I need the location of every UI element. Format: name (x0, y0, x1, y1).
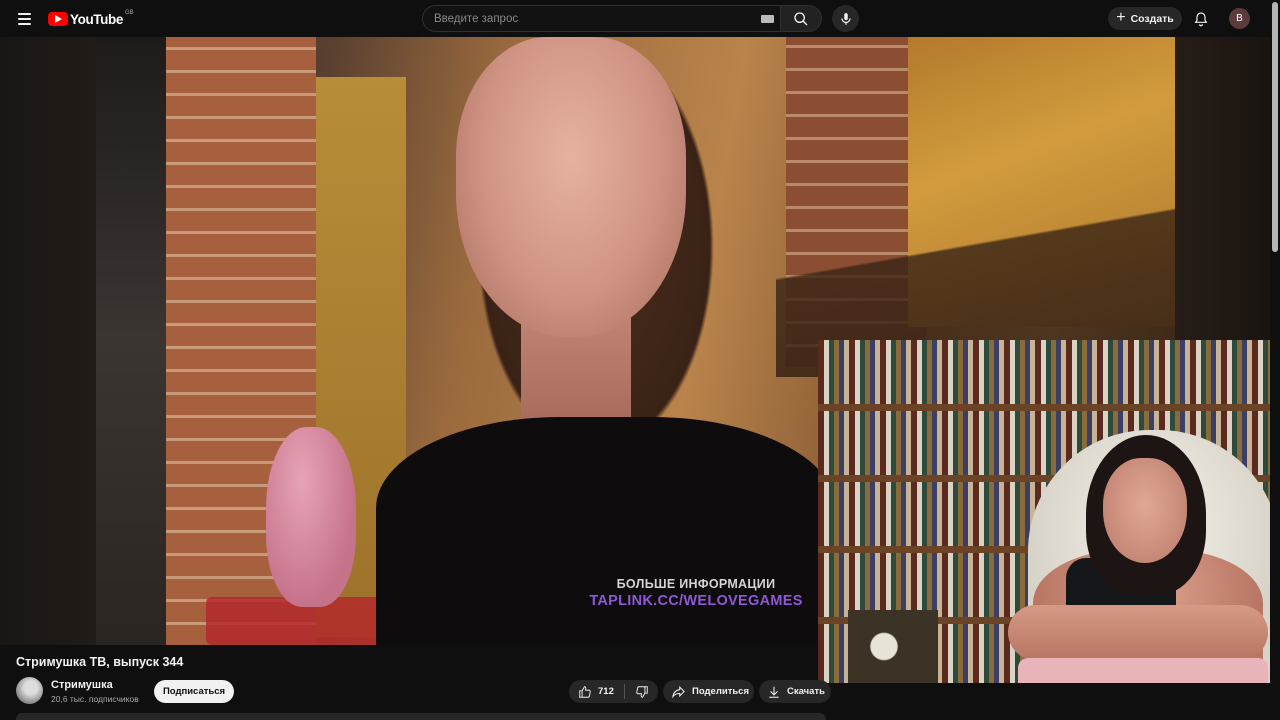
search-icon (794, 11, 808, 25)
dislike-button[interactable] (625, 680, 658, 703)
webcam-overlay (818, 340, 1280, 683)
streamer-figure (336, 37, 856, 645)
search-button[interactable] (780, 5, 822, 32)
mic-icon (840, 12, 851, 25)
voice-search-button[interactable] (832, 5, 859, 32)
video-overlay-text: БОЛЬШЕ ИНФОРМАЦИИ TAPLINK.CC/WELOVEGAMES (556, 577, 836, 627)
logo-text: YouTube (70, 11, 123, 27)
menu-icon[interactable] (10, 6, 38, 32)
plush-toy (266, 427, 356, 607)
download-icon (769, 686, 779, 698)
subscribe-button[interactable]: Подписаться (154, 680, 234, 703)
page-scrollbar[interactable] (1270, 0, 1280, 720)
bell-icon (1194, 12, 1208, 27)
thumb-down-icon (635, 685, 648, 698)
keyboard-icon[interactable] (761, 15, 774, 23)
download-button[interactable]: Скачать (759, 680, 831, 703)
like-dislike-group: 712 (569, 680, 658, 703)
download-label: Скачать (787, 686, 825, 697)
like-button[interactable]: 712 (569, 680, 624, 703)
notifications-button[interactable] (1190, 8, 1212, 30)
description-box[interactable] (16, 713, 826, 720)
youtube-logo-icon (48, 12, 68, 26)
account-avatar[interactable]: B (1229, 8, 1250, 29)
search-box (422, 5, 822, 32)
youtube-logo[interactable]: YouTube GB (48, 10, 134, 28)
like-count: 712 (598, 686, 614, 697)
share-label: Поделиться (692, 686, 750, 697)
overlay-line1: БОЛЬШЕ ИНФОРМАЦИИ (616, 577, 776, 591)
plus-icon: + (1116, 8, 1126, 26)
masthead: YouTube GB + Создать B (0, 0, 1280, 37)
overlay-link: TAPLINK.CC/WELOVEGAMES (589, 593, 803, 609)
share-button[interactable]: Поделиться (663, 680, 754, 703)
search-input[interactable] (422, 5, 780, 32)
player-side-left (0, 37, 96, 645)
channel-avatar[interactable] (16, 677, 43, 704)
subscriber-count: 20,6 тыс. подписчиков (51, 694, 139, 704)
video-title: Стримушка ТВ, выпуск 344 (16, 655, 184, 669)
scrollbar-thumb[interactable] (1272, 2, 1278, 252)
create-label: Создать (1130, 12, 1174, 25)
create-button[interactable]: + Создать (1108, 7, 1182, 30)
channel-name[interactable]: Стримушка (51, 679, 113, 691)
share-icon (672, 685, 685, 699)
thumb-up-icon (579, 685, 591, 698)
region-code: GB (124, 10, 134, 16)
